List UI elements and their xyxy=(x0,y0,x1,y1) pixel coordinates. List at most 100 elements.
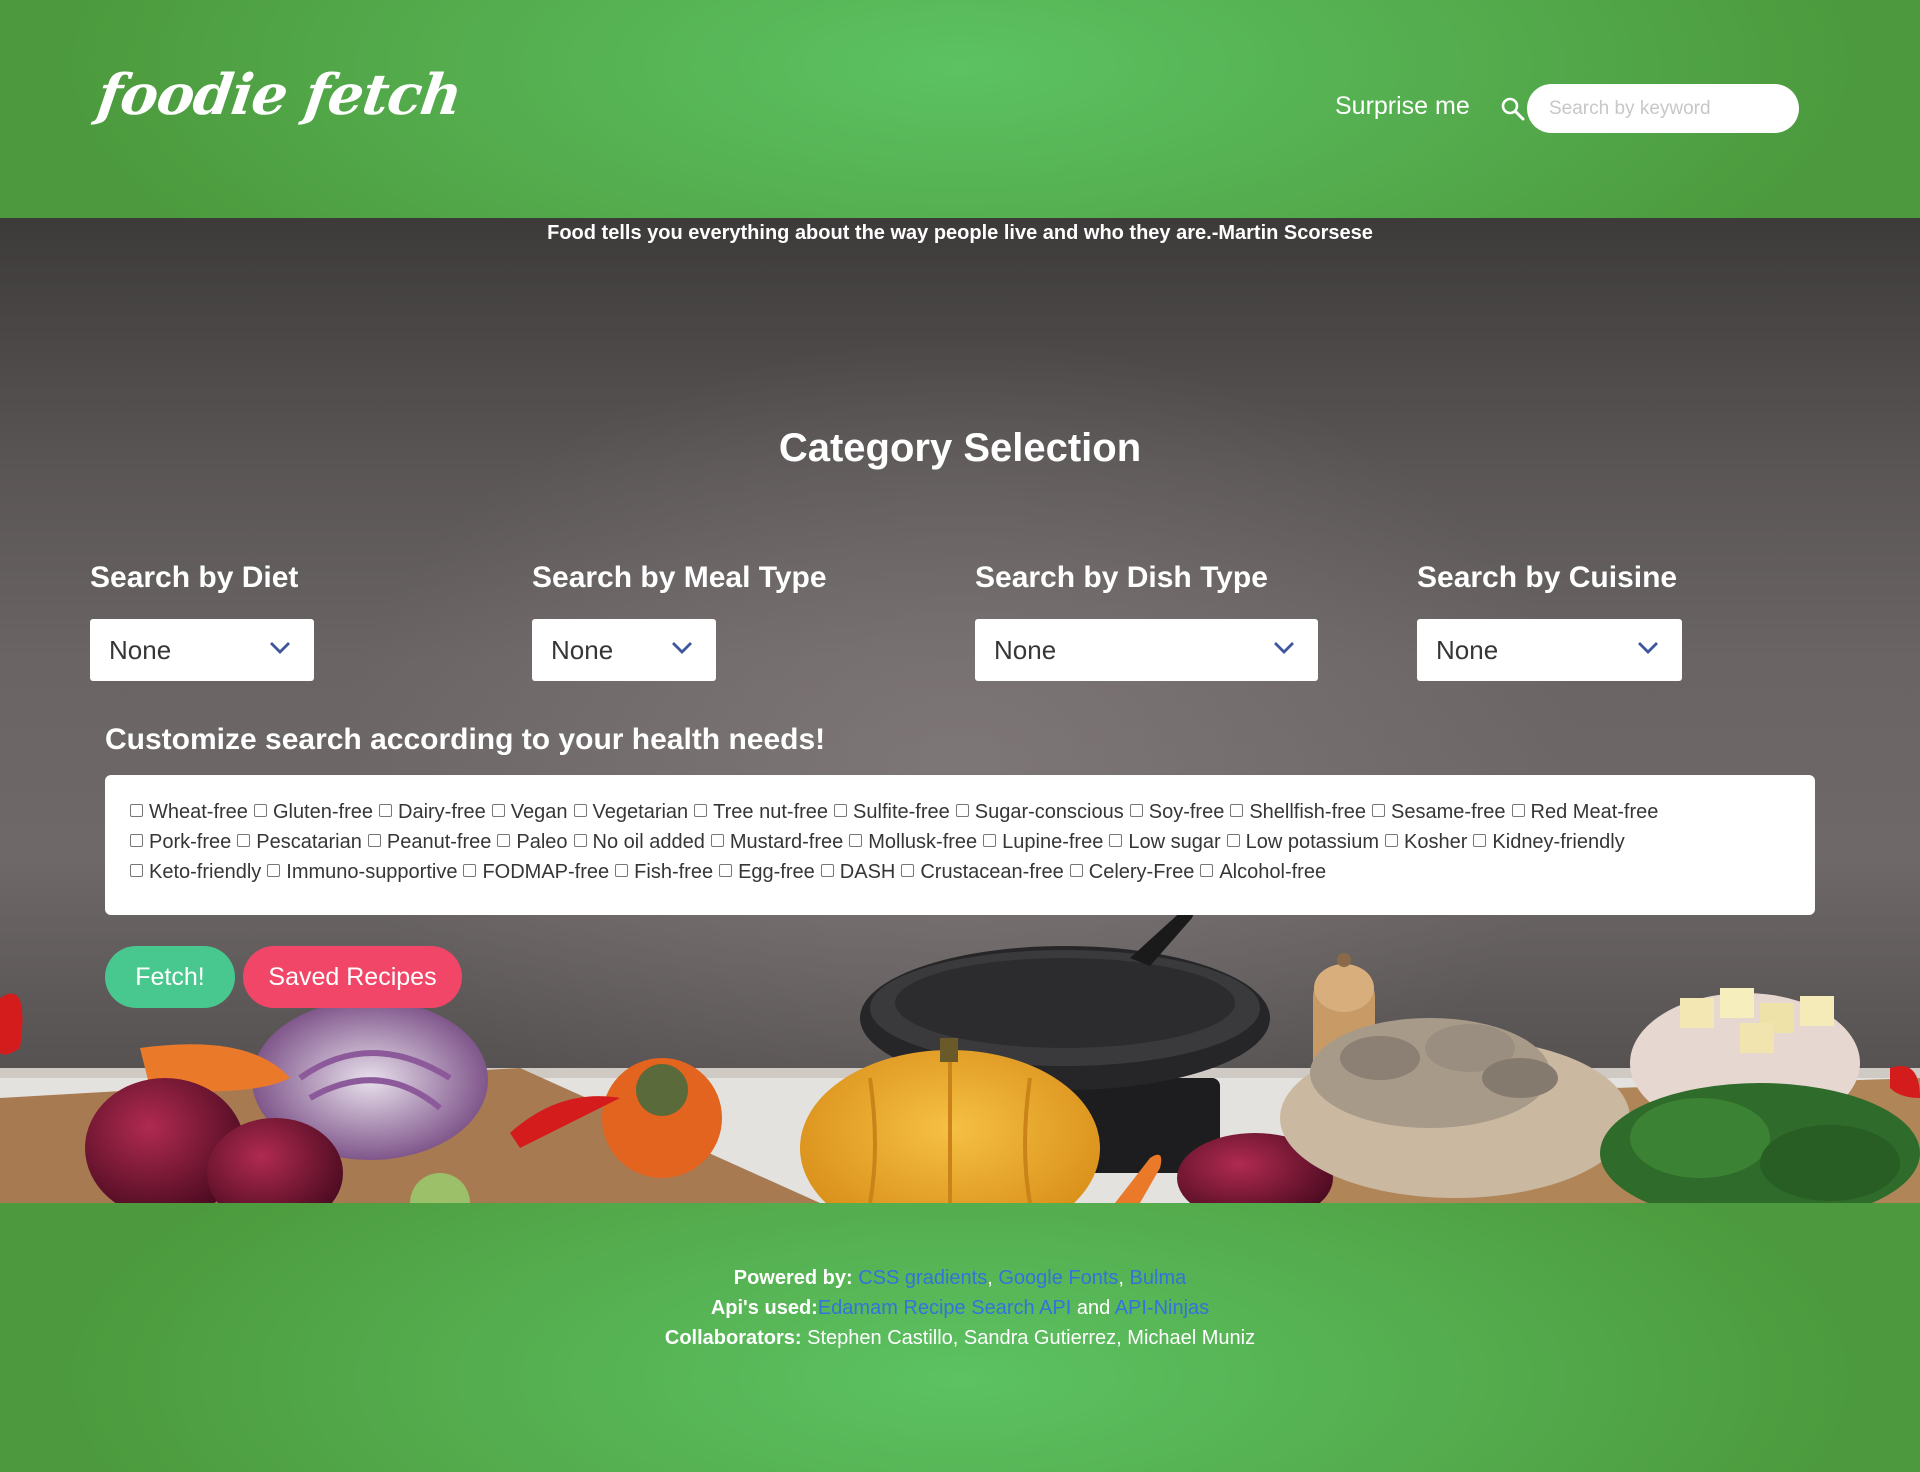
health-option[interactable]: Pork-free xyxy=(130,827,231,857)
health-option-checkbox[interactable] xyxy=(130,803,143,817)
diet-filter: Search by Diet None xyxy=(90,561,314,681)
health-option[interactable]: Kidney-friendly xyxy=(1473,827,1625,857)
surprise-me-link[interactable]: Surprise me xyxy=(1335,92,1470,121)
health-option-checkbox[interactable] xyxy=(849,833,863,847)
cuisine-select[interactable]: None xyxy=(1417,619,1682,681)
health-option-checkbox[interactable] xyxy=(367,833,381,847)
health-option-checkbox[interactable] xyxy=(615,863,629,877)
health-option-checkbox[interactable] xyxy=(820,863,834,877)
health-option[interactable]: Sulfite-free xyxy=(834,797,950,827)
cuisine-select-value: None xyxy=(1436,634,1499,665)
health-option[interactable]: Soy-free xyxy=(1129,797,1224,827)
health-option-checkbox[interactable] xyxy=(1226,833,1240,847)
health-option[interactable]: Sesame-free xyxy=(1372,797,1506,827)
health-option-checkbox[interactable] xyxy=(497,833,511,847)
health-option[interactable]: Tree nut-free xyxy=(694,797,828,827)
bulma-link[interactable]: Bulma xyxy=(1130,1267,1187,1289)
health-option-checkbox[interactable] xyxy=(1230,803,1244,817)
health-option-checkbox[interactable] xyxy=(379,803,392,817)
health-option[interactable]: Immuno-supportive xyxy=(267,857,457,887)
health-option-checkbox[interactable] xyxy=(267,863,281,877)
health-option[interactable]: Celery-Free xyxy=(1069,857,1195,887)
health-option-checkbox[interactable] xyxy=(710,833,724,847)
dish-type-select[interactable]: None xyxy=(975,619,1318,681)
health-option-checkbox[interactable] xyxy=(1473,833,1487,847)
health-option[interactable]: Keto-friendly xyxy=(130,857,261,887)
meal-type-filter-label: Search by Meal Type xyxy=(532,561,827,594)
health-option[interactable]: Mollusk-free xyxy=(849,827,977,857)
health-option-checkbox[interactable] xyxy=(1200,863,1214,877)
health-option[interactable]: Kosher xyxy=(1385,827,1467,857)
health-option-label: Kosher xyxy=(1404,831,1468,853)
search-input[interactable] xyxy=(1527,84,1799,133)
health-option-checkbox[interactable] xyxy=(694,803,708,817)
health-option[interactable]: Egg-free xyxy=(719,857,815,887)
health-option[interactable]: Paleo xyxy=(497,827,568,857)
health-option[interactable]: DASH xyxy=(820,857,896,887)
health-option[interactable]: Low sugar xyxy=(1109,827,1221,857)
api-ninjas-link[interactable]: API-Ninjas xyxy=(1115,1297,1209,1319)
health-option-checkbox[interactable] xyxy=(955,803,969,817)
search-icon[interactable] xyxy=(1500,96,1526,122)
health-option[interactable]: Mustard-free xyxy=(710,827,843,857)
hero-section: Food tells you everything about the way … xyxy=(0,218,1920,1203)
edamam-api-link[interactable]: Edamam Recipe Search API xyxy=(818,1297,1071,1319)
health-option[interactable]: Low potassium xyxy=(1226,827,1379,857)
health-option-checkbox[interactable] xyxy=(1372,803,1386,817)
health-needs-title: Customize search according to your healt… xyxy=(105,723,826,756)
fetch-button[interactable]: Fetch! xyxy=(105,946,235,1008)
collaborators-names: Stephen Castillo, Sandra Gutierrez, Mich… xyxy=(807,1327,1256,1349)
health-option[interactable]: Peanut-free xyxy=(367,827,491,857)
health-option-checkbox[interactable] xyxy=(130,863,143,877)
health-option-label: Pork-free xyxy=(149,831,232,853)
health-option-label: Celery-Free xyxy=(1088,861,1195,883)
health-option-checkbox[interactable] xyxy=(463,863,477,877)
meal-type-select[interactable]: None xyxy=(532,619,716,681)
health-options-list: Wheat-free Gluten-free Dairy-free Vegan Vege… xyxy=(130,797,1730,887)
health-option[interactable]: FODMAP-free xyxy=(463,857,609,887)
health-option[interactable]: Dairy-free xyxy=(379,797,486,827)
health-option-checkbox[interactable] xyxy=(1069,863,1083,877)
css-gradients-link[interactable]: CSS gradients xyxy=(858,1267,987,1289)
health-option-checkbox[interactable] xyxy=(1129,803,1143,817)
health-option-checkbox[interactable] xyxy=(901,863,915,877)
health-option[interactable]: Shellfish-free xyxy=(1230,797,1366,827)
health-option-checkbox[interactable] xyxy=(1385,833,1399,847)
health-option-checkbox[interactable] xyxy=(573,833,587,847)
health-option[interactable]: Gluten-free xyxy=(253,797,373,827)
health-option[interactable]: Vegetarian xyxy=(573,797,688,827)
health-option-label: DASH xyxy=(839,861,896,883)
health-option-checkbox[interactable] xyxy=(491,803,505,817)
health-option-checkbox[interactable] xyxy=(573,803,587,817)
health-option[interactable]: No oil added xyxy=(573,827,705,857)
health-option-checkbox[interactable] xyxy=(834,803,848,817)
health-option[interactable]: Sugar-conscious xyxy=(955,797,1124,827)
health-option-checkbox[interactable] xyxy=(719,863,733,877)
diet-select[interactable]: None xyxy=(90,619,314,681)
health-option[interactable]: Lupine-free xyxy=(983,827,1103,857)
saved-recipes-button[interactable]: Saved Recipes xyxy=(243,946,462,1008)
health-option-label: Lupine-free xyxy=(1002,831,1104,853)
health-option[interactable]: Vegan xyxy=(491,797,568,827)
health-option[interactable]: Pescatarian xyxy=(237,827,362,857)
health-option-checkbox[interactable] xyxy=(130,833,143,847)
site-header: foodie fetch Surprise me xyxy=(0,0,1920,218)
dish-type-filter-label: Search by Dish Type xyxy=(975,561,1268,594)
health-option-checkbox[interactable] xyxy=(983,833,997,847)
health-option[interactable]: Fish-free xyxy=(615,857,713,887)
logo[interactable]: foodie fetch xyxy=(93,62,465,128)
health-option-checkbox[interactable] xyxy=(237,833,251,847)
health-option-label: Sesame-free xyxy=(1391,801,1506,823)
health-option-label: Pescatarian xyxy=(256,831,362,853)
health-option-checkbox[interactable] xyxy=(253,803,267,817)
separator: , xyxy=(1118,1267,1130,1289)
health-option-label: Keto-friendly xyxy=(149,861,262,883)
health-option[interactable]: Alcohol-free xyxy=(1200,857,1326,887)
chevron-down-icon xyxy=(270,642,290,654)
google-fonts-link[interactable]: Google Fonts xyxy=(998,1267,1118,1289)
health-option[interactable]: Wheat-free xyxy=(130,797,248,827)
health-option[interactable]: Red Meat-free xyxy=(1511,797,1658,827)
health-option-checkbox[interactable] xyxy=(1109,833,1123,847)
health-option-checkbox[interactable] xyxy=(1511,803,1525,817)
health-option[interactable]: Crustacean-free xyxy=(901,857,1064,887)
